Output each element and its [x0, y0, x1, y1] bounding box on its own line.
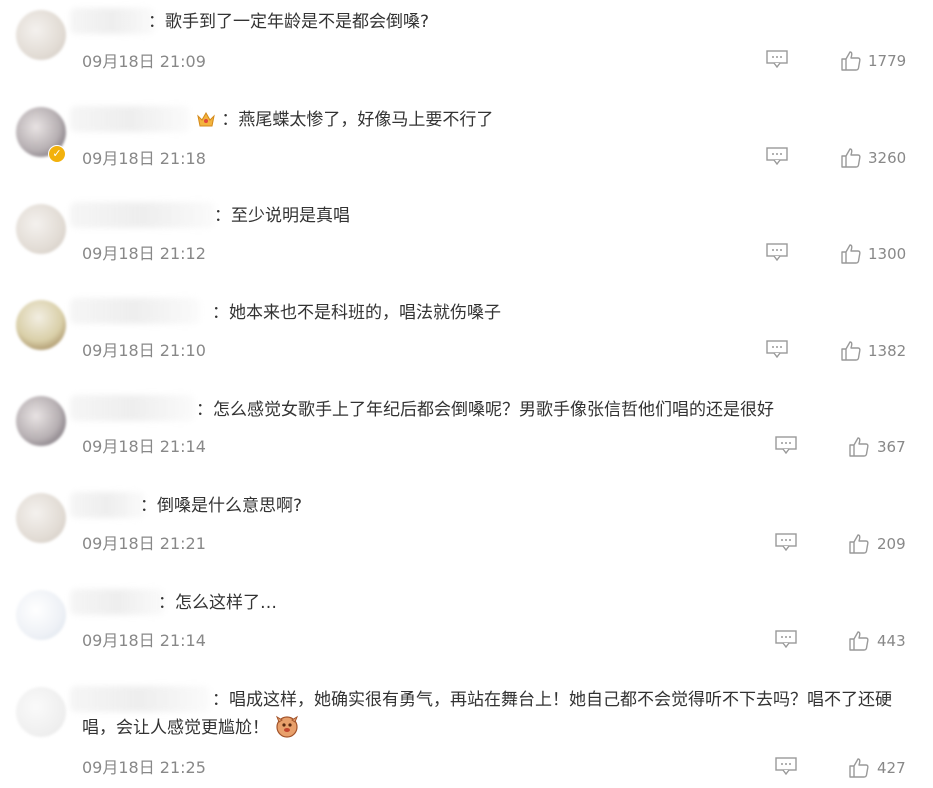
reply-icon[interactable]: [766, 243, 788, 261]
like-icon[interactable]: [848, 533, 870, 555]
like-count: 1300: [868, 245, 907, 263]
username-redacted: [70, 589, 165, 615]
reply-icon[interactable]: [766, 50, 788, 68]
comment-time: 09月18日 21:10: [82, 341, 206, 360]
like-count: 1779: [868, 52, 907, 70]
user-avatar[interactable]: [16, 687, 66, 737]
reply-icon[interactable]: [775, 757, 797, 775]
verified-badge-icon: ✓: [48, 145, 66, 163]
like-icon[interactable]: [848, 436, 870, 458]
user-avatar[interactable]: [16, 300, 66, 350]
crown-badge-icon: [197, 111, 215, 127]
like-icon[interactable]: [848, 630, 870, 652]
comment-text: ：唱成这样，她确实很有勇气，再站在舞台上！她自己都不会觉得听不下去吗？唱不了还硬…: [82, 686, 917, 742]
username-redacted: [70, 395, 195, 421]
comment-text: ：怎么这样了…: [158, 593, 277, 613]
like-icon[interactable]: [848, 757, 870, 779]
comment-time: 09月18日 21:18: [82, 149, 206, 168]
comment-time: 09月18日 21:14: [82, 437, 206, 456]
comment-text-body: ：唱成这样，她确实很有勇气，再站在舞台上！她自己都不会觉得听不下去吗？唱不了还硬…: [82, 690, 892, 738]
like-count: 3260: [868, 149, 907, 167]
user-avatar[interactable]: [16, 10, 66, 60]
reply-icon[interactable]: [766, 340, 788, 358]
comment-text-body: ：燕尾蝶太惨了，好像马上要不行了: [221, 110, 494, 130]
comment-time: 09月18日 21:25: [82, 758, 206, 777]
comment-time: 09月18日 21:14: [82, 631, 206, 650]
comment-text: ：怎么感觉女歌手上了年纪后都会倒嗓呢？男歌手像张信哲他们唱的还是很好: [196, 400, 774, 420]
comment-text: ：她本来也不是科班的，唱法就伤嗓子: [212, 303, 501, 323]
username-redacted: [70, 492, 145, 518]
comment-text: ：倒嗓是什么意思啊?: [140, 496, 303, 516]
reply-icon[interactable]: [766, 147, 788, 165]
reply-icon[interactable]: [775, 630, 797, 648]
like-icon[interactable]: [840, 147, 862, 169]
like-icon[interactable]: [840, 340, 862, 362]
user-avatar[interactable]: [16, 204, 66, 254]
username-redacted: [70, 298, 200, 324]
reply-icon[interactable]: [775, 533, 797, 551]
like-icon[interactable]: [840, 50, 862, 72]
comment-time: 09月18日 21:21: [82, 534, 206, 553]
comment-text: ：燕尾蝶太惨了，好像马上要不行了: [196, 106, 493, 134]
username-redacted: [70, 8, 155, 34]
like-icon[interactable]: [840, 243, 862, 265]
username-redacted: [70, 106, 190, 132]
like-count: 367: [877, 438, 906, 456]
doge-emoji-icon: [276, 715, 299, 738]
comment-text: ：至少说明是真唱: [214, 206, 350, 226]
comment-time: 09月18日 21:12: [82, 244, 206, 263]
reply-icon[interactable]: [775, 436, 797, 454]
like-count: 1382: [868, 342, 907, 360]
user-avatar[interactable]: [16, 396, 66, 446]
comment-text: ：歌手到了一定年龄是不是都会倒嗓?: [148, 12, 430, 32]
username-redacted: [70, 202, 215, 228]
comment-time: 09月18日 21:09: [82, 52, 206, 71]
user-avatar[interactable]: [16, 590, 66, 640]
like-count: 443: [877, 632, 906, 650]
like-count: 427: [877, 759, 906, 777]
user-avatar[interactable]: [16, 493, 66, 543]
like-count: 209: [877, 535, 906, 553]
